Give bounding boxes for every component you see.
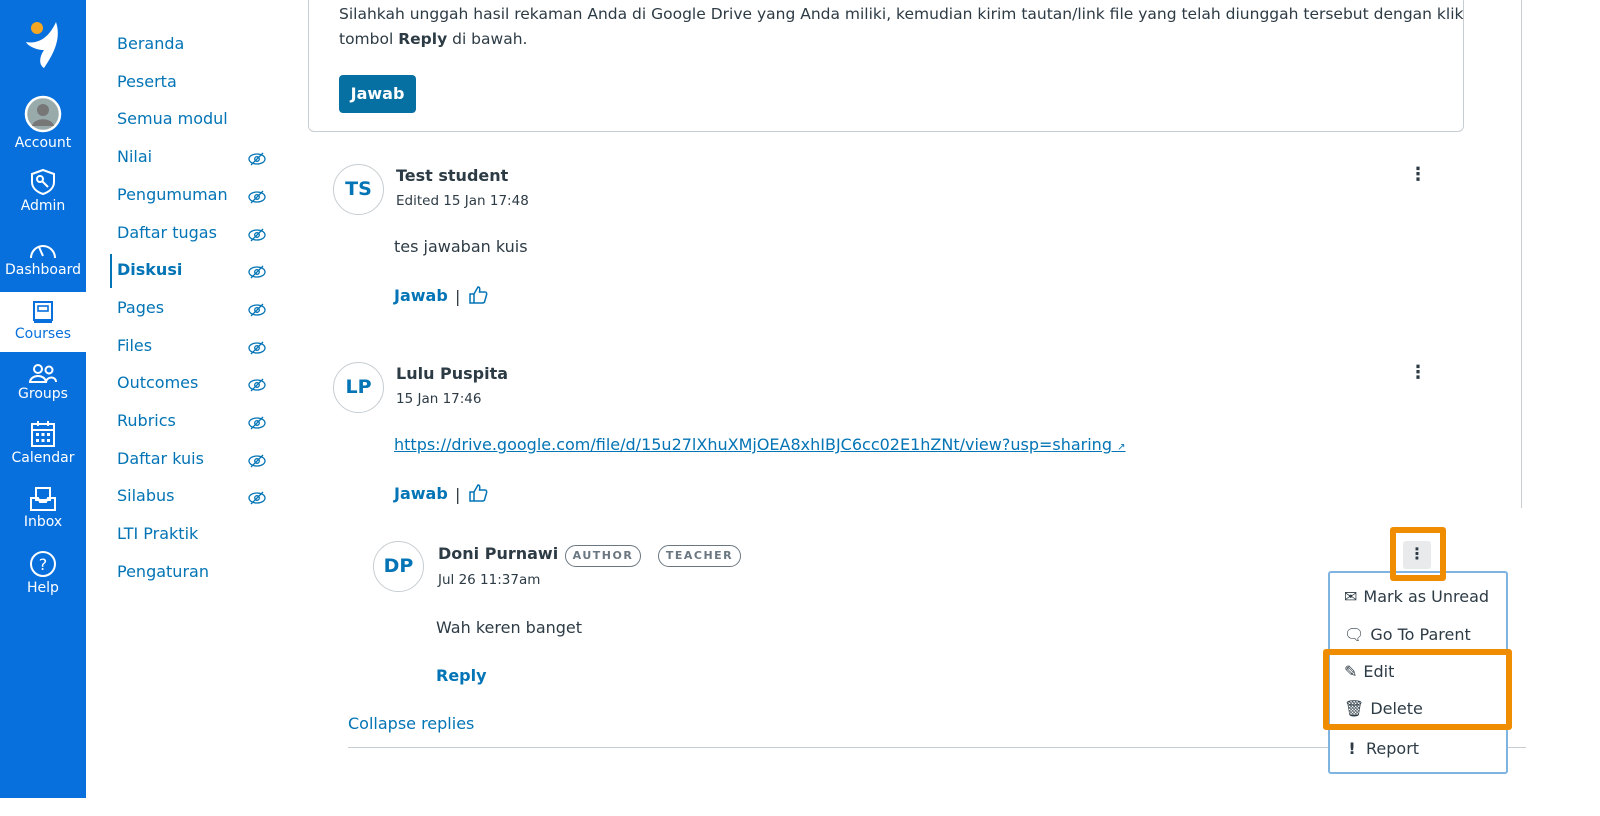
separator: | xyxy=(455,287,461,306)
course-nav-item[interactable]: Files xyxy=(117,336,152,355)
external-link-icon: ↗ xyxy=(1117,442,1126,453)
timestamp: Edited 15 Jan 17:48 xyxy=(396,193,529,209)
nav-label: Inbox xyxy=(23,514,63,530)
timestamp: Jul 26 11:37am xyxy=(438,572,541,588)
course-nav-item[interactable]: Daftar tugas xyxy=(117,223,217,242)
text: di bawah. xyxy=(447,30,528,48)
book-icon xyxy=(33,301,53,323)
nav-label: Courses xyxy=(14,326,72,342)
nav-inbox[interactable]: Inbox xyxy=(0,486,86,530)
course-nav-item[interactable]: Semua modul xyxy=(117,109,228,128)
course-nav-item[interactable]: Peserta xyxy=(117,72,177,91)
global-nav: Account Admin Dashboard Courses Groups C… xyxy=(0,0,86,798)
nav-label: Dashboard xyxy=(5,262,81,278)
nav-dashboard[interactable]: Dashboard xyxy=(0,238,86,278)
course-nav-item[interactable]: Outcomes xyxy=(117,373,198,392)
course-nav-item[interactable]: Beranda xyxy=(117,34,184,53)
author-name[interactable]: Test student xyxy=(396,166,508,185)
course-nav-item[interactable]: Pengaturan xyxy=(117,562,209,581)
hidden-eye-icon xyxy=(248,151,266,170)
bold-text: Reply xyxy=(398,30,448,48)
topic-text-2: tombol Reply di bawah. xyxy=(339,30,527,48)
menu-go-to-parent[interactable]: 🗨 Go To Parent xyxy=(1344,625,1471,644)
course-nav-item[interactable]: Rubrics xyxy=(117,411,176,430)
groups-icon xyxy=(28,364,57,383)
nav-calendar[interactable]: Calendar xyxy=(0,420,86,466)
link-text: https://drive.google.com/file/d/15u27lXh… xyxy=(394,435,1112,454)
course-nav-item[interactable]: Diskusi xyxy=(117,260,182,279)
calendar-icon xyxy=(31,421,55,447)
highlight-box xyxy=(1390,527,1446,581)
topic-card: Silahkah unggah hasil rekaman Anda di Go… xyxy=(308,0,1464,132)
like-icon[interactable] xyxy=(468,483,488,507)
drive-link[interactable]: https://drive.google.com/file/d/15u27lXh… xyxy=(394,435,1125,454)
author-badge: AUTHOR xyxy=(565,545,641,567)
menu-label: Report xyxy=(1366,739,1420,758)
entry-options-button[interactable]: ⋮ xyxy=(1404,362,1432,383)
reply-body: Wah keren banget xyxy=(436,618,583,637)
hidden-eye-icon xyxy=(248,264,266,283)
hidden-eye-icon xyxy=(248,340,266,359)
active-indicator xyxy=(110,254,112,288)
go-to-parent-icon: 🗨 xyxy=(1344,625,1365,644)
avatar: DP xyxy=(373,541,424,592)
avatar-icon xyxy=(24,95,62,133)
nav-label: Calendar xyxy=(11,450,75,466)
separator: | xyxy=(455,485,461,504)
nav-help[interactable]: ? Help xyxy=(0,550,86,596)
shield-key-icon xyxy=(31,168,55,196)
jawab-button[interactable]: Jawab xyxy=(339,75,416,113)
hidden-eye-icon xyxy=(248,415,266,434)
collapse-replies-button[interactable]: Collapse replies xyxy=(348,714,474,733)
nav-account[interactable]: Account xyxy=(0,95,86,151)
jawab-reply-button[interactable]: Jawab xyxy=(394,286,448,305)
mail-unread-icon: ✉ xyxy=(1344,587,1358,606)
divider xyxy=(1521,0,1522,508)
avatar: TS xyxy=(333,164,384,215)
svg-text:?: ? xyxy=(39,555,48,574)
nav-admin[interactable]: Admin xyxy=(0,168,86,214)
speedometer-icon xyxy=(30,245,56,259)
reply-button[interactable]: Reply xyxy=(436,666,487,685)
highlight-box xyxy=(1323,649,1512,730)
course-nav-item[interactable]: Pages xyxy=(117,298,164,317)
jawab-reply-button[interactable]: Jawab xyxy=(394,484,448,503)
hidden-eye-icon xyxy=(248,490,266,509)
menu-mark-unread[interactable]: ✉ Mark as Unread xyxy=(1344,587,1489,606)
nav-courses[interactable]: Courses xyxy=(0,292,86,352)
inbox-icon xyxy=(30,487,56,511)
menu-label: Go To Parent xyxy=(1370,625,1471,644)
menu-report[interactable]: ! Report xyxy=(1344,739,1419,758)
hidden-eye-icon xyxy=(248,227,266,246)
hidden-eye-icon xyxy=(248,377,266,396)
author-name[interactable]: Doni Purnawi xyxy=(438,544,558,563)
logo-icon xyxy=(26,22,58,68)
course-nav-item[interactable]: LTI Praktik xyxy=(117,524,198,543)
menu-label: Mark as Unread xyxy=(1363,587,1490,606)
nav-label: Help xyxy=(27,580,59,596)
hidden-eye-icon xyxy=(248,453,266,472)
nav-label: Groups xyxy=(18,386,68,402)
author-name[interactable]: Lulu Puspita xyxy=(396,364,508,383)
hidden-eye-icon xyxy=(248,302,266,321)
avatar: LP xyxy=(333,362,384,413)
course-nav-item[interactable]: Daftar kuis xyxy=(117,449,204,468)
teacher-badge: TEACHER xyxy=(658,545,741,567)
help-icon: ? xyxy=(30,551,56,577)
nav-label: Admin xyxy=(20,198,66,214)
exclamation-icon: ! xyxy=(1348,739,1356,758)
topic-text: Silahkah unggah hasil rekaman Anda di Go… xyxy=(339,5,1464,23)
course-nav-item[interactable]: Nilai xyxy=(117,147,152,166)
nav-groups[interactable]: Groups xyxy=(0,362,86,402)
course-nav-item[interactable]: Pengumuman xyxy=(117,185,228,204)
text: tombol xyxy=(339,30,399,48)
entry-options-button[interactable]: ⋮ xyxy=(1404,164,1432,185)
hidden-eye-icon xyxy=(248,189,266,208)
timestamp: 15 Jan 17:46 xyxy=(396,391,482,407)
course-nav-item[interactable]: Silabus xyxy=(117,486,174,505)
nav-label: Account xyxy=(14,135,72,151)
entry-body: tes jawaban kuis xyxy=(394,237,528,256)
like-icon[interactable] xyxy=(468,285,488,309)
